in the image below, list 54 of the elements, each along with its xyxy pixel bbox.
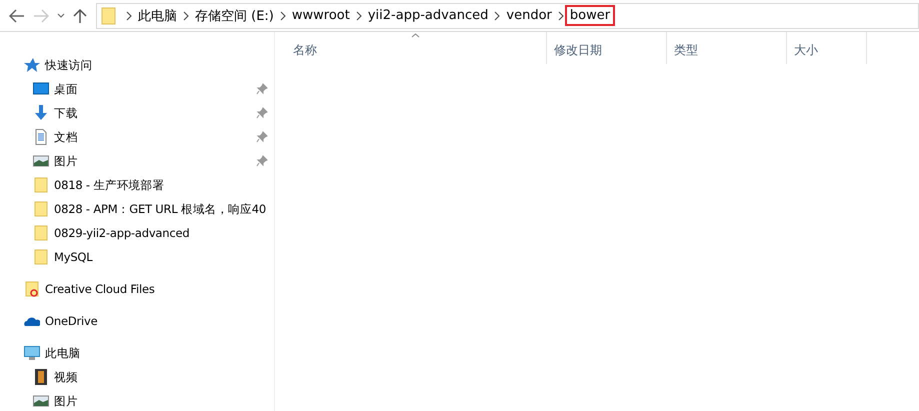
breadcrumb-item[interactable]: 此电脑 xyxy=(133,5,182,26)
chevron-right-icon xyxy=(278,10,287,20)
desktop-icon xyxy=(33,81,49,97)
star-icon xyxy=(24,57,40,73)
breadcrumb-item[interactable]: yii2-app-advanced xyxy=(362,5,494,26)
breadcrumb-item[interactable]: vendor xyxy=(501,5,557,26)
arrow-up-icon xyxy=(73,8,87,24)
computer-icon xyxy=(24,345,40,361)
folder-icon xyxy=(101,6,117,24)
chevron-right-icon xyxy=(493,10,502,20)
sidebar-item[interactable]: 视频 xyxy=(0,365,274,389)
column-header[interactable]: 类型 xyxy=(667,32,787,64)
folder-icon xyxy=(33,201,49,217)
image-icon xyxy=(33,393,49,409)
arrow-right-icon xyxy=(33,8,49,22)
breadcrumb-item[interactable]: wwwroot xyxy=(286,5,355,26)
sidebar-item[interactable]: 图片 xyxy=(0,389,274,411)
sidebar-item[interactable]: 下载 xyxy=(0,101,274,125)
arrow-left-icon xyxy=(9,8,25,22)
chevron-right-icon xyxy=(556,10,565,20)
sidebar-item[interactable]: 文档 xyxy=(0,125,274,149)
folder-icon xyxy=(33,249,49,265)
sidebar-item[interactable]: 图片 xyxy=(0,149,274,173)
sidebar-item[interactable]: MySQL xyxy=(0,245,274,269)
column-header[interactable]: 名称 xyxy=(275,32,547,64)
document-icon xyxy=(33,129,49,145)
film-icon xyxy=(33,369,49,385)
image-icon xyxy=(33,153,49,169)
chevron-right-icon xyxy=(125,10,133,20)
sidebar-item[interactable]: 桌面 xyxy=(0,77,274,101)
sidebar-item[interactable]: 0829-yii2-app-advanced xyxy=(0,221,274,245)
sidebar-item[interactable]: 快速访问 xyxy=(0,53,274,77)
sidebar-item[interactable]: OneDrive xyxy=(0,309,274,333)
address-bar[interactable]: 此电脑 存储空间 (E:) wwwroot yii2-app-advanced vendor bower xyxy=(96,2,919,28)
pin-icon[interactable] xyxy=(256,131,268,143)
breadcrumb-item[interactable]: bower xyxy=(564,5,616,26)
chevron-right-icon xyxy=(354,10,363,20)
cloud-folder-icon xyxy=(24,281,40,297)
chevron-right-icon xyxy=(182,10,190,20)
pin-icon[interactable] xyxy=(256,107,268,119)
column-header[interactable]: 修改日期 xyxy=(547,32,667,64)
pin-icon[interactable] xyxy=(256,155,268,167)
sort-caret-icon xyxy=(410,33,420,38)
sidebar-item[interactable]: 0818 - 生产环境部署 xyxy=(0,173,274,197)
breadcrumb-item[interactable]: 存储空间 (E:) xyxy=(190,5,279,26)
pin-icon[interactable] xyxy=(256,83,268,95)
download-icon xyxy=(33,105,49,121)
chevron-down-icon xyxy=(57,12,65,18)
sidebar-item[interactable]: 此电脑 xyxy=(0,341,274,365)
sidebar-item[interactable]: Creative Cloud Files xyxy=(0,277,274,301)
folder-icon xyxy=(33,225,49,241)
sidebar-item[interactable]: 0828 - APM：GET URL 根域名，响应40 xyxy=(0,197,274,221)
column-header[interactable]: 大小 xyxy=(787,32,867,64)
folder-icon xyxy=(33,177,49,193)
